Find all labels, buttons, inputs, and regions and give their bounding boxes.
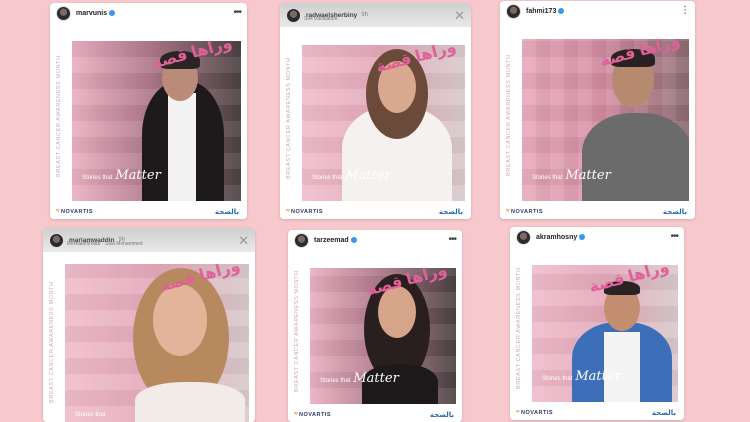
post-card-fahmi173: fahmi173 ⋮ BREAST CANCER AWARENESS MONTH…: [500, 1, 695, 219]
novartis-logo: ᵂNOVARTIS: [286, 209, 324, 215]
post-media: BREAST CANCER AWARENESS MONTH وراها قصة …: [510, 247, 684, 420]
tagline: Stories that: [75, 412, 106, 418]
post-media: BREAST CANCER AWARENESS MONTH وراها قصة …: [43, 252, 255, 422]
campaign-vertical-text: BREAST CANCER AWARENESS MONTH: [516, 267, 522, 390]
post-header: tarzeemad •••: [288, 230, 462, 250]
post-card-tarzeemad: tarzeemad ••• BREAST CANCER AWARENESS MO…: [288, 230, 462, 422]
tagline: Stories that Matter: [532, 168, 611, 183]
more-horizontal-icon[interactable]: •••: [670, 232, 678, 242]
close-icon[interactable]: ✕: [238, 234, 249, 247]
post-media: BREAST CANCER AWARENESS MONTH وراها قصة …: [280, 27, 471, 219]
tagline: Stories that Matter: [82, 168, 161, 183]
novartis-logo: ᵂNOVARTIS: [506, 209, 544, 215]
verified-badge-icon: [350, 237, 357, 243]
story-card-mariamwaddin: mariamwaddin 9h therealamrdiab · Sala Mo…: [43, 228, 255, 422]
story-card-radwaelsherbiny: radwaelsherbiny 9h See translation ✕ BRE…: [280, 3, 471, 219]
campaign-vertical-text: BREAST CANCER AWARENESS MONTH: [294, 270, 300, 392]
post-image: وراها قصة Stories that: [65, 264, 249, 422]
post-time: 9h: [361, 12, 368, 18]
verified-badge-icon: [109, 10, 116, 16]
campaign-vertical-text: BREAST CANCER AWARENESS MONTH: [56, 55, 62, 177]
novartis-logo: ᵂNOVARTIS: [56, 209, 94, 215]
avatar[interactable]: [49, 232, 64, 248]
username[interactable]: fahmi173: [526, 8, 556, 15]
story-header: mariamwaddin 9h therealamrdiab · Sala Mo…: [43, 228, 255, 252]
story-subline[interactable]: therealamrdiab · Sala Mohammed: [67, 241, 143, 247]
post-image: وراها قصة Stories that Matter: [522, 39, 689, 201]
story-header: radwaelsherbiny 9h See translation ✕: [280, 3, 471, 27]
tagline: Stories that Matter: [542, 369, 621, 384]
tagline: Stories that Matter: [312, 168, 391, 183]
post-media: BREAST CANCER AWARENESS MONTH وراها قصة …: [288, 250, 462, 422]
partner-logo: بالصحة: [651, 410, 676, 417]
more-horizontal-icon[interactable]: •••: [233, 8, 241, 18]
avatar[interactable]: [506, 3, 521, 19]
username[interactable]: akramhosny: [536, 234, 577, 241]
campaign-vertical-text: BREAST CANCER AWARENESS MONTH: [506, 54, 512, 176]
post-image: وراها قصة Stories that Matter: [72, 41, 241, 201]
tagline: Stories that Matter: [320, 371, 399, 386]
close-icon[interactable]: ✕: [454, 9, 465, 22]
campaign-vertical-text: BREAST CANCER AWARENESS MONTH: [286, 57, 292, 179]
post-image: وراها قصة Stories that Matter: [302, 45, 465, 201]
username[interactable]: tarzeemad: [314, 237, 349, 244]
post-header: fahmi173 ⋮: [500, 1, 695, 21]
avatar[interactable]: [294, 232, 309, 248]
see-translation-link[interactable]: See translation: [304, 16, 337, 22]
post-card-marvunis: marvunis ••• BREAST CANCER AWARENESS MON…: [50, 3, 247, 219]
partner-logo: بالصحة: [214, 209, 239, 216]
partner-logo: بالصحة: [429, 412, 454, 419]
post-media: BREAST CANCER AWARENESS MONTH وراها قصة …: [50, 23, 247, 219]
post-image: وراها قصة Stories that Matter: [532, 265, 678, 402]
post-card-akramhosny: akramhosny ••• BREAST CANCER AWARENESS M…: [510, 227, 684, 420]
more-horizontal-icon[interactable]: •••: [448, 235, 456, 245]
avatar[interactable]: [286, 7, 301, 23]
more-vertical-icon[interactable]: ⋮: [680, 6, 690, 16]
avatar[interactable]: [56, 5, 71, 21]
post-media: BREAST CANCER AWARENESS MONTH وراها قصة …: [500, 21, 695, 219]
post-image: وراها قصة Stories that Matter: [310, 268, 456, 404]
avatar[interactable]: [516, 229, 531, 245]
verified-badge-icon: [558, 8, 565, 14]
verified-badge-icon: [579, 234, 586, 240]
novartis-logo: ᵂNOVARTIS: [516, 410, 554, 416]
post-header: marvunis •••: [50, 3, 247, 23]
post-header: akramhosny •••: [510, 227, 684, 247]
partner-logo: بالصحة: [662, 209, 687, 216]
campaign-vertical-text: BREAST CANCER AWARENESS MONTH: [49, 281, 55, 403]
novartis-logo: ᵂNOVARTIS: [294, 412, 332, 418]
username[interactable]: marvunis: [76, 10, 107, 17]
partner-logo: بالصحة: [438, 209, 463, 216]
